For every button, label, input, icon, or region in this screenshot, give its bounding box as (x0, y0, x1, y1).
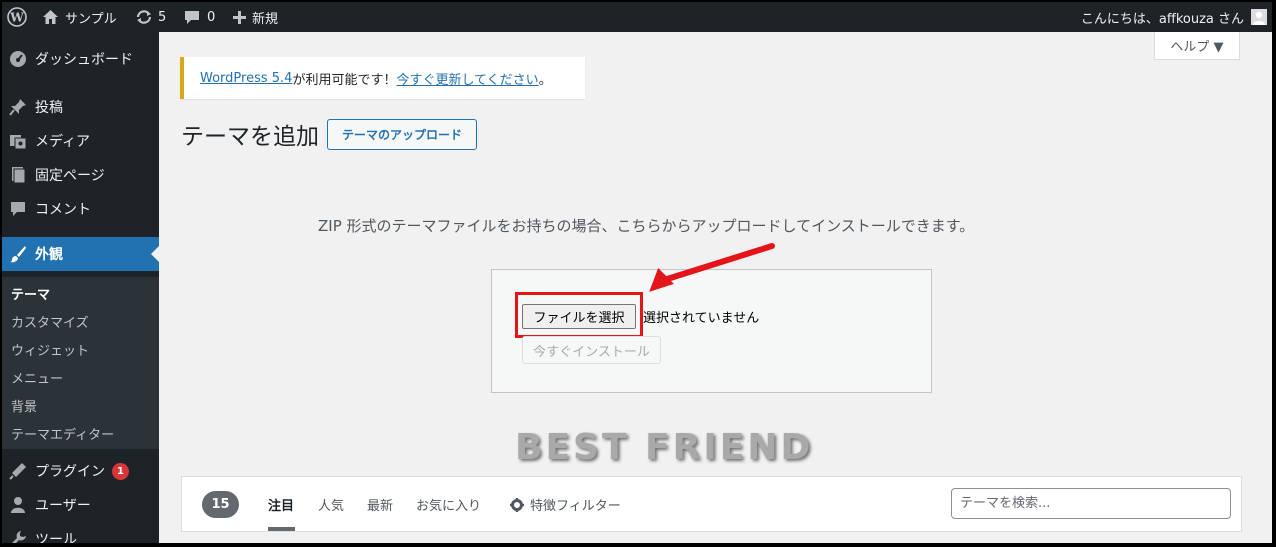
active-tab-indicator (268, 527, 295, 531)
sidebar-item-posts[interactable]: 投稿 (2, 90, 159, 124)
sidebar-item-label: コメント (35, 202, 91, 218)
upload-theme-button[interactable]: テーマのアップロード (327, 119, 477, 150)
dashboard-icon (8, 49, 28, 69)
update-notice: WordPress 5.4 が利用可能です！ 今すぐ更新してください 。 (180, 57, 585, 99)
theme-search-input[interactable] (951, 488, 1231, 519)
submenu-item-widgets[interactable]: ウィジェット (11, 340, 89, 359)
submenu-item-themes[interactable]: テーマ (11, 284, 50, 303)
new-label: 新規 (252, 11, 279, 27)
plugin-update-badge: 1 (112, 462, 129, 480)
svg-text:W: W (9, 11, 24, 25)
site-name: サンプル (65, 11, 117, 27)
page-title: テーマを追加 (181, 124, 319, 150)
site-name-link[interactable]: サンプル (42, 2, 117, 32)
no-file-selected-text: 選択されていません (643, 311, 760, 326)
admin-bar: W サンプル 5 0 新規 こんにちは、affkouza さん (2, 2, 1272, 32)
sidebar-item-plugins[interactable]: プラグイン 1 (2, 454, 159, 488)
updates-count: 5 (158, 9, 167, 25)
sidebar-item-label: ツール (35, 532, 77, 543)
wordpress-version-link[interactable]: WordPress 5.4 (200, 71, 292, 86)
sidebar-item-label: ユーザー (35, 498, 91, 514)
sidebar-item-comments[interactable]: コメント (2, 192, 159, 226)
gear-icon (510, 497, 524, 512)
sidebar-item-tools[interactable]: ツール (2, 522, 159, 543)
refresh-icon (135, 9, 153, 25)
update-now-link[interactable]: 今すぐ更新してください (396, 69, 538, 88)
watermark-text: BEST FRIEND (515, 427, 814, 468)
comments-link[interactable]: 0 (184, 2, 215, 32)
submenu-item-menus[interactable]: メニュー (11, 368, 63, 387)
notice-text: が利用可能です！ (292, 72, 397, 88)
help-tab-button[interactable]: ヘルプ ▼ (1154, 32, 1240, 60)
sidebar-item-users[interactable]: ユーザー (2, 488, 159, 522)
notice-end: 。 (538, 72, 552, 88)
sidebar-item-label: ダッシュボード (35, 52, 133, 68)
sidebar-item-appearance[interactable]: 外観 (2, 237, 159, 271)
sidebar-item-label: メディア (35, 134, 91, 150)
annotation-arrow-icon (649, 243, 775, 292)
page-icon (8, 165, 28, 185)
sidebar-item-label: 外観 (35, 247, 63, 263)
submenu-item-theme-editor[interactable]: テーマエディター (11, 424, 114, 443)
browser-frame: W サンプル 5 0 新規 こんにちは、affkouza さん ダッシュボード … (2, 2, 1272, 543)
plus-icon (233, 10, 246, 24)
sidebar-item-label: 投稿 (35, 100, 63, 116)
media-icon (8, 131, 28, 151)
comment-icon (8, 199, 28, 219)
feature-filter-label: 特徴フィルター (530, 499, 621, 514)
comment-bubble-icon (184, 10, 200, 25)
brush-icon (8, 244, 28, 264)
tab-popular[interactable]: 人気 (318, 495, 344, 514)
tab-latest[interactable]: 最新 (367, 495, 393, 514)
wrench-icon (8, 529, 28, 543)
appearance-submenu: テーマ カスタマイズ ウィジェット メニュー 背景 テーマエディター (2, 277, 159, 449)
plugin-icon (8, 461, 28, 481)
my-account-link[interactable]: こんにちは、affkouza さん (1081, 2, 1267, 32)
tab-featured[interactable]: 注目 (268, 495, 294, 514)
sidebar-item-pages[interactable]: 固定ページ (2, 158, 159, 192)
avatar (1251, 9, 1267, 25)
new-content-link[interactable]: 新規 (233, 2, 278, 32)
sidebar-item-label: プラグイン (35, 464, 105, 480)
sidebar-item-media[interactable]: メディア (2, 124, 159, 158)
tab-favorites[interactable]: お気に入り (416, 495, 481, 514)
submenu-item-customize[interactable]: カスタマイズ (11, 312, 89, 331)
theme-count-badge: 15 (202, 491, 239, 518)
comments-count: 0 (207, 9, 216, 25)
updates-link[interactable]: 5 (135, 2, 166, 32)
sidebar-item-dashboard[interactable]: ダッシュボード (2, 42, 159, 76)
install-now-button[interactable]: 今すぐインストール (522, 336, 661, 364)
sidebar-item-label: 固定ページ (35, 168, 105, 184)
greeting: こんにちは、affkouza さん (1080, 11, 1244, 27)
wordpress-logo-icon[interactable]: W (7, 2, 27, 32)
submenu-item-background[interactable]: 背景 (11, 396, 37, 415)
home-icon (42, 9, 59, 25)
feature-filter-button[interactable]: 特徴フィルター (510, 495, 621, 514)
annotation-highlight-box (515, 292, 643, 338)
user-icon (8, 495, 28, 515)
upload-description: ZIP 形式のテーマファイルをお持ちの場合、こちらからアップロードしてインストー… (318, 217, 975, 235)
pin-icon (8, 97, 28, 117)
admin-sidebar: ダッシュボード 投稿 メディア 固定ページ コメント 外観 テーマ カスタマイズ… (2, 32, 159, 543)
